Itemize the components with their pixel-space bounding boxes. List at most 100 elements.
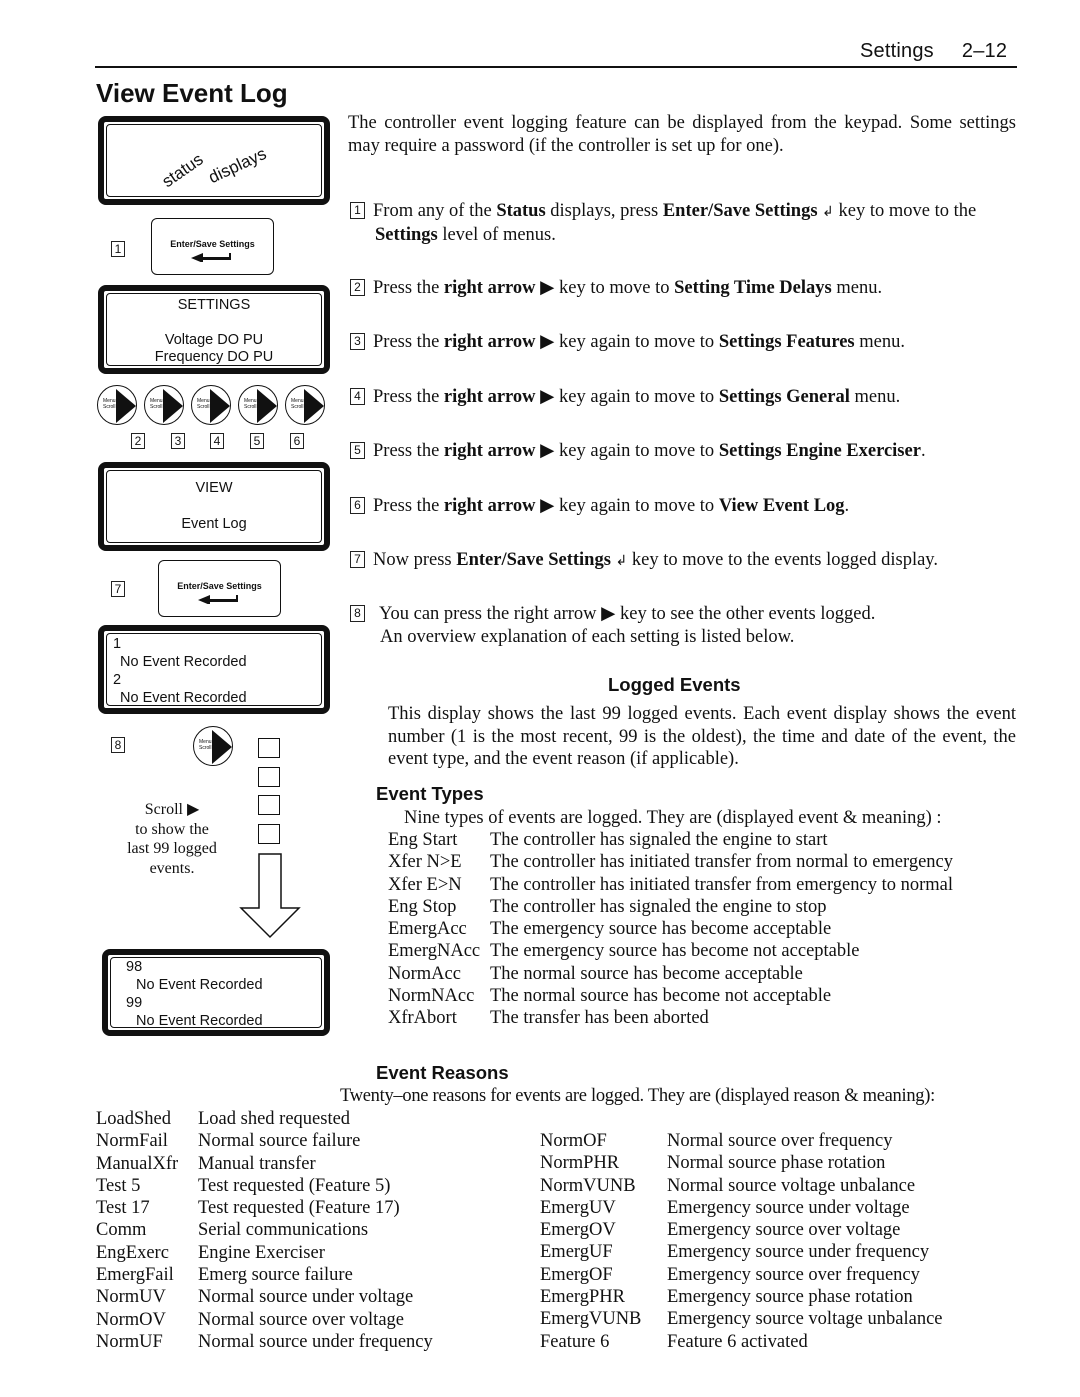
event-number-98: 98 — [126, 959, 143, 975]
right-triangle-icon: ▶ — [540, 387, 555, 407]
step-text: displays, press — [545, 201, 663, 221]
logged-events-heading: Logged Events — [608, 674, 741, 695]
definition-row: NormUV Normal source under voltage — [96, 1286, 433, 1308]
step-text: key again to move to — [554, 441, 719, 461]
menu-scroll-label: Menu Scroll — [199, 739, 212, 751]
definition-row: NormPHR Normal source phase rotation — [540, 1152, 943, 1174]
definition-row: ManualXfr Manual transfer — [96, 1153, 433, 1175]
scroll-caption: Scroll ▶ to show the last 99 logged even… — [112, 800, 232, 878]
event-reasons-heading: Event Reasons — [376, 1062, 509, 1083]
step-text: Press the — [373, 496, 444, 516]
scroll-word: Scroll — [150, 404, 163, 410]
menu-scroll-button-8[interactable]: Menu Scroll — [193, 726, 233, 766]
step-number: 6 — [350, 497, 365, 514]
event-display-first-panel: 1 No Event Recorded 2 No Event Recorded — [98, 625, 330, 714]
definition-row: NormVUNB Normal source voltage unbalance — [540, 1175, 943, 1197]
step-bold: right arrow — [443, 496, 536, 516]
menu-scroll-button-2[interactable]: Menu Scroll — [97, 385, 137, 425]
definition-row: Xfer N>E The controller has initiated tra… — [388, 851, 953, 873]
step-text: You can press the right arrow — [379, 604, 597, 624]
diagram-step-7: 7 — [111, 581, 125, 597]
meaning-cell: Normal source phase rotation — [667, 1153, 886, 1174]
definition-row: XfrAbort The transfer has been aborted — [388, 1007, 953, 1029]
menu-scroll-label: Menu Scroll — [150, 398, 163, 410]
code-cell: NormFail — [96, 1131, 168, 1152]
scroll-caption-line-4: events. — [149, 859, 195, 877]
meaning-cell: The controller has signaled the engine t… — [490, 896, 827, 917]
logged-events-paragraph: This display shows the last 99 logged ev… — [388, 704, 1016, 769]
event-number-99: 99 — [126, 995, 143, 1011]
menu-scroll-button-4[interactable]: Menu Scroll — [191, 385, 231, 425]
view-line-1: VIEW — [195, 480, 233, 496]
step-text: key to move to — [554, 278, 675, 298]
code-cell: LoadShed — [96, 1109, 172, 1129]
code-cell: NormUV — [96, 1287, 166, 1308]
right-triangle-icon: ▶ — [540, 278, 555, 298]
scroll-caption-line-3: last 99 logged — [127, 840, 217, 857]
scroll-word: Scroll — [103, 404, 116, 410]
step-2: 2 Press the right arrow ▶ key to move to … — [350, 277, 1020, 300]
step-text: key again to move to — [554, 496, 719, 516]
step-text: key to move to the events logged display… — [627, 550, 938, 570]
menu-scroll-button-6[interactable]: Menu Scroll — [285, 385, 325, 425]
menu-scroll-button-3[interactable]: Menu Scroll — [144, 385, 184, 425]
meaning-cell: Test requested (Feature 5) — [198, 1175, 391, 1196]
meaning-cell: Emergency source over frequency — [667, 1264, 920, 1285]
settings-line-3: Frequency DO PU — [154, 349, 274, 365]
intro-paragraph: The controller event logging feature can… — [348, 113, 1016, 156]
step-bold: Settings Features — [718, 332, 855, 352]
scroll-indicator-box — [258, 738, 280, 758]
step-1: 1 From any of the Status displays, press … — [350, 200, 1020, 246]
definition-row: EmergOF Emergency source over frequency — [540, 1264, 943, 1286]
diagram-step-8: 8 — [111, 737, 125, 753]
code-cell: EmergUV — [540, 1197, 616, 1218]
scroll-caption-line-2: to show the — [135, 820, 209, 838]
right-triangle-icon: ▶ — [601, 604, 616, 624]
right-arrow-icon — [304, 389, 324, 423]
meaning-cell: The controller has initiated transfer fr… — [490, 874, 954, 895]
step-text: menu. — [854, 332, 905, 352]
event-types-heading: Event Types — [376, 783, 484, 804]
enter-save-key-2[interactable]: Enter/Save Settings — [158, 560, 281, 617]
right-arrow-icon — [210, 389, 230, 423]
definition-row: LoadShed Load shed requested — [96, 1108, 433, 1130]
definition-row: EmergUV Emergency source under voltage — [540, 1197, 943, 1219]
code-cell: NormAcc — [388, 963, 461, 984]
code-cell: EngExerc — [96, 1242, 169, 1263]
step-bold: right arrow — [443, 441, 536, 461]
meaning-cell: The normal source has become not accepta… — [490, 986, 832, 1007]
code-cell: EmergFail — [96, 1265, 174, 1286]
step-text: level of menus. — [437, 224, 556, 245]
code-cell: EmergUF — [540, 1242, 613, 1263]
diagram-step-5: 5 — [250, 433, 264, 449]
enter-arrow-icon — [197, 595, 238, 604]
definition-row: Xfer E>N The controller has initiated tra… — [388, 874, 953, 896]
meaning-cell: Normal source under voltage — [198, 1287, 414, 1308]
definition-row: Feature 6 Feature 6 activated — [540, 1331, 943, 1353]
enter-save-key[interactable]: Enter/Save Settings — [151, 218, 274, 275]
meaning-cell: The emergency source has become not acce… — [490, 941, 860, 962]
definition-row: Comm Serial communications — [96, 1219, 433, 1241]
definition-row: EmergNAcc The emergency source has become… — [388, 940, 953, 962]
code-cell: Xfer E>N — [388, 874, 462, 895]
menu-scroll-button-5[interactable]: Menu Scroll — [238, 385, 278, 425]
code-cell: EmergPHR — [540, 1287, 625, 1308]
code-cell: XfrAbort — [388, 1008, 457, 1029]
meaning-cell: Normal source over voltage — [198, 1309, 404, 1330]
event-number-2: 2 — [113, 672, 122, 688]
step-bold: Enter/Save Settings — [456, 550, 611, 570]
view-event-log-panel: VIEW Event Log — [98, 462, 330, 551]
meaning-cell: The controller has signaled the engine t… — [490, 830, 828, 850]
definition-row: Eng Start The controller has signaled the… — [388, 829, 953, 851]
meaning-cell: Emergency source under voltage — [667, 1197, 910, 1218]
step-text: Press the — [373, 387, 444, 407]
right-triangle-icon: ▶ — [540, 496, 555, 516]
step-bold: Setting Time Delays — [674, 278, 832, 298]
code-cell: EmergVUNB — [540, 1309, 642, 1330]
code-cell: EmergOV — [540, 1220, 616, 1241]
event-types-table: Eng Start The controller has signaled the… — [388, 829, 953, 1030]
code-cell: Feature 6 — [540, 1331, 610, 1352]
scroll-indicator-box — [258, 824, 280, 844]
code-cell: NormOF — [540, 1131, 607, 1151]
definition-row: NormUF Normal source under frequency — [96, 1331, 433, 1353]
